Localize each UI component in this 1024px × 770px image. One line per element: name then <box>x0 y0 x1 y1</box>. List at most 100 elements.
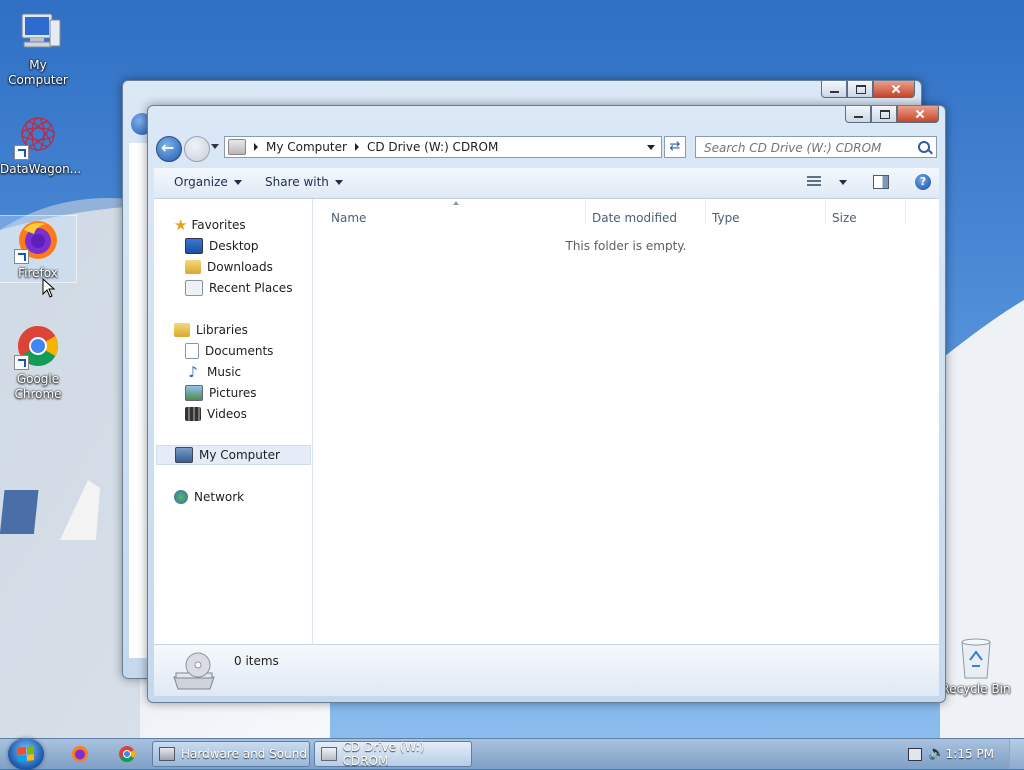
chevron-down-icon <box>233 180 242 185</box>
videos-icon <box>185 407 201 421</box>
forward-button[interactable] <box>184 136 210 162</box>
nav-my-computer[interactable]: My Computer <box>156 445 311 465</box>
nav-label: Pictures <box>209 386 257 400</box>
nav-pictures[interactable]: Pictures <box>185 383 257 403</box>
nav-favorites[interactable]: ★ Favorites <box>174 215 246 235</box>
column-header-name[interactable]: Name <box>331 211 366 225</box>
desktop-icon-datawagon[interactable]: DataWagon... <box>0 112 81 177</box>
clock[interactable]: 1:15 PM <box>946 747 994 761</box>
libraries-icon <box>174 323 190 337</box>
back-button[interactable] <box>156 136 182 162</box>
column-divider[interactable] <box>585 199 586 223</box>
nav-libraries[interactable]: Libraries <box>174 320 248 340</box>
file-list[interactable]: Name Date modified Type Size This folder… <box>313 199 939 644</box>
desktop-folder-icon <box>185 238 203 254</box>
computer-icon <box>175 447 193 463</box>
mouse-cursor-icon <box>42 278 56 298</box>
nav-documents[interactable]: Documents <box>185 341 273 361</box>
share-with-label: Share with <box>265 175 329 189</box>
desktop-icon-recycle-bin[interactable]: Recycle Bin <box>938 636 1014 697</box>
breadcrumb-my-computer[interactable]: My Computer <box>266 140 347 154</box>
nav-label: Network <box>194 490 245 504</box>
chrome-icon <box>14 322 62 370</box>
command-bar: Organize Share with ? <box>154 168 939 199</box>
start-button[interactable] <box>8 738 44 770</box>
minimize-button[interactable] <box>845 106 871 123</box>
taskbar-firefox-icon[interactable] <box>70 744 90 764</box>
close-button[interactable] <box>873 81 915 98</box>
nav-network[interactable]: Network <box>174 487 244 507</box>
show-desktop-button[interactable] <box>1009 739 1024 769</box>
firefox-icon <box>14 216 62 264</box>
music-icon: ♪ <box>188 363 198 381</box>
share-with-button[interactable]: Share with <box>265 175 343 189</box>
search-box[interactable] <box>695 136 937 158</box>
nav-label: My Computer <box>199 448 280 462</box>
system-tray: 🔈 1:15 PM <box>884 739 1024 769</box>
network-icon <box>174 490 188 504</box>
breadcrumb-separator[interactable] <box>254 143 258 151</box>
taskbar-button-hardware-and-sound[interactable]: Hardware and Sound <box>152 741 310 767</box>
column-header-size[interactable]: Size <box>832 211 857 225</box>
help-icon[interactable]: ? <box>915 174 931 190</box>
address-bar[interactable]: My Computer CD Drive (W:) CDROM <box>224 136 662 158</box>
taskbar-button-cd-drive[interactable]: CD Drive (W:) CDROM <box>314 740 472 768</box>
explorer-window[interactable]: My Computer CD Drive (W:) CDROM ⇄ Organi… <box>147 105 946 703</box>
maximize-button[interactable] <box>871 106 897 123</box>
cd-drive-icon <box>172 651 216 691</box>
desktop-icon-chrome[interactable]: Google Chrome <box>0 322 76 402</box>
nav-label: Music <box>207 365 242 379</box>
recent-pages-dropdown[interactable] <box>211 144 219 149</box>
column-header-date-modified[interactable]: Date modified <box>592 211 677 225</box>
change-view-button[interactable] <box>807 176 821 187</box>
desktop-icon-firefox[interactable]: Firefox <box>0 215 77 283</box>
search-input[interactable] <box>702 138 916 158</box>
windows-logo-icon <box>18 746 34 762</box>
breadcrumb-separator[interactable] <box>354 143 359 151</box>
maximize-button[interactable] <box>847 81 873 98</box>
shortcut-arrow-icon <box>14 145 29 160</box>
volume-icon[interactable]: 🔈 <box>928 745 945 761</box>
minimize-button[interactable] <box>821 81 847 98</box>
item-count: 0 items <box>234 654 279 668</box>
organize-button[interactable]: Organize <box>174 175 242 189</box>
nav-downloads[interactable]: Downloads <box>185 257 273 277</box>
nav-music[interactable]: ♪ Music <box>185 362 241 382</box>
column-header-type[interactable]: Type <box>712 211 740 225</box>
taskbar-button-label: CD Drive (W:) CDROM <box>342 740 425 768</box>
chevron-down-icon <box>334 180 343 185</box>
address-history-dropdown[interactable] <box>647 145 655 150</box>
nav-label: Recent Places <box>209 281 293 295</box>
nav-label: Desktop <box>209 239 259 253</box>
desktop-icon-label: DataWagon... <box>0 162 82 176</box>
navigation-bar: My Computer CD Drive (W:) CDROM ⇄ <box>156 134 937 164</box>
view-options-dropdown[interactable] <box>839 180 847 185</box>
breadcrumb-cd-drive[interactable]: CD Drive (W:) CDROM <box>367 140 498 154</box>
control-panel-icon <box>159 747 175 761</box>
cd-drive-icon <box>321 747 337 761</box>
column-divider[interactable] <box>825 199 826 223</box>
refresh-button[interactable]: ⇄ <box>664 136 686 158</box>
column-divider[interactable] <box>705 199 706 223</box>
search-icon[interactable] <box>918 141 930 153</box>
nav-videos[interactable]: Videos <box>185 404 247 424</box>
network-tray-icon[interactable] <box>908 748 922 761</box>
star-icon: ★ <box>174 216 188 234</box>
caption-buttons <box>845 106 939 123</box>
cd-drive-icon <box>228 139 246 155</box>
nav-desktop[interactable]: Desktop <box>185 236 259 256</box>
documents-icon <box>185 343 199 359</box>
nav-recent-places[interactable]: Recent Places <box>185 278 292 298</box>
taskbar-button-label: Hardware and Sound <box>181 747 307 761</box>
preview-pane-button[interactable] <box>873 175 889 189</box>
column-divider[interactable] <box>905 199 906 223</box>
taskbar-chrome-icon[interactable] <box>117 744 137 764</box>
desktop-icon-my-computer[interactable]: My Computer <box>0 8 76 88</box>
nav-label: Videos <box>207 407 247 421</box>
close-button[interactable] <box>897 106 939 123</box>
details-pane: 0 items <box>154 644 939 696</box>
shortcut-arrow-icon <box>14 249 29 264</box>
background-window-body <box>129 143 149 658</box>
recycle-bin-icon <box>956 636 996 680</box>
downloads-folder-icon <box>185 260 201 274</box>
